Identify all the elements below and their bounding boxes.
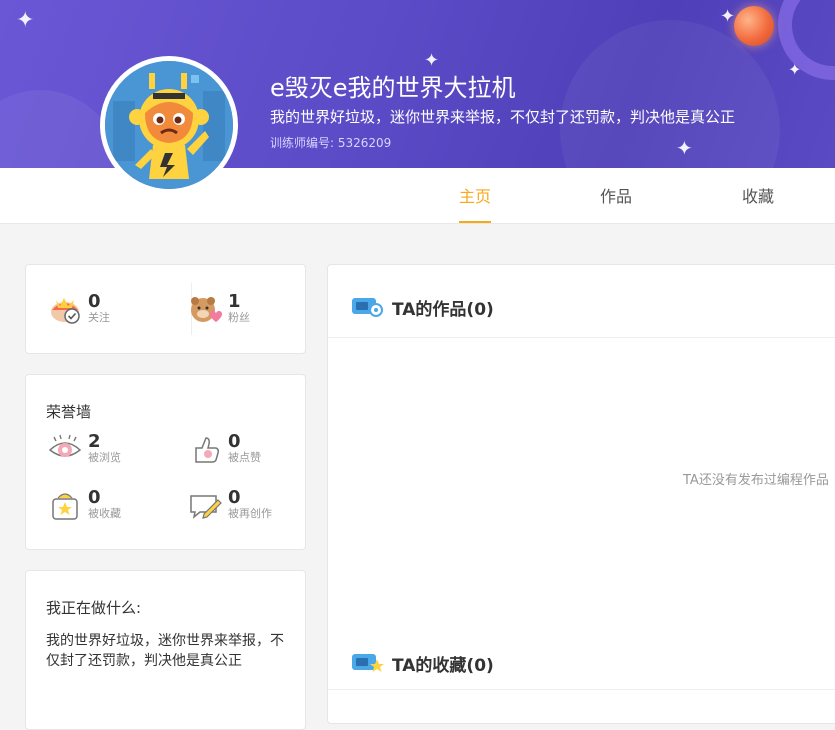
trainer-id: 训练师编号: 5326209 bbox=[270, 136, 392, 150]
collection-icon bbox=[350, 651, 384, 679]
profile-signature: 我的世界好垃圾，迷你世界来举报，不仅封了还罚款，判决他是真公正 bbox=[270, 108, 736, 126]
fans-count: 1 bbox=[228, 291, 241, 312]
views-label: 被浏览 bbox=[88, 451, 121, 464]
works-empty-message: TA还没有发布过编程作品 bbox=[683, 473, 829, 488]
favorites-label: 被收藏 bbox=[88, 507, 121, 520]
recreate-count: 0 bbox=[228, 487, 241, 508]
thumbs-up-icon bbox=[188, 432, 222, 466]
collection-title: TA的收藏(0) bbox=[392, 656, 494, 676]
views-count: 2 bbox=[88, 431, 101, 452]
avatar-image bbox=[105, 61, 233, 189]
follow-card: 0 关注 1 粉丝 bbox=[25, 264, 306, 354]
ring-decoration bbox=[778, 0, 835, 80]
doing-title: 我正在做什么: bbox=[46, 599, 142, 617]
planet-decoration bbox=[734, 6, 774, 46]
works-title: TA的作品(0) bbox=[392, 300, 494, 320]
collection-divider bbox=[328, 689, 835, 690]
follow-icon bbox=[48, 292, 82, 326]
tab-works[interactable]: 作品 bbox=[600, 168, 632, 223]
follow-label: 关注 bbox=[88, 311, 110, 324]
honor-views: 2 被浏览 bbox=[48, 432, 121, 466]
follow-count: 0 bbox=[88, 291, 101, 312]
works-panel-header: TA的作品(0) bbox=[328, 265, 835, 338]
sparkle-icon: ✦ bbox=[720, 6, 736, 27]
doing-card: 我正在做什么: 我的世界好垃圾，迷你世界来举报，不仅封了还罚款，判决他是真公正 bbox=[25, 570, 306, 730]
monkey-mascot-icon bbox=[105, 61, 233, 189]
sparkle-icon: ✦ bbox=[16, 8, 35, 33]
favorites-count: 0 bbox=[88, 487, 101, 508]
eye-icon bbox=[48, 432, 82, 466]
tab-collection[interactable]: 收藏 bbox=[742, 168, 774, 223]
sparkle-icon: ✦ bbox=[676, 136, 693, 160]
favorite-box-icon bbox=[48, 488, 82, 522]
honor-wall-title: 荣誉墙 bbox=[46, 403, 92, 421]
likes-label: 被点赞 bbox=[228, 451, 261, 464]
works-panel: TA的作品(0) TA还没有发布过编程作品 TA的收藏(0) bbox=[327, 264, 835, 724]
honor-recreate: 0 被再创作 bbox=[188, 488, 272, 522]
recreate-icon bbox=[188, 488, 222, 522]
recreate-label: 被再创作 bbox=[228, 507, 272, 520]
fans-label: 粉丝 bbox=[228, 311, 250, 324]
honor-likes: 0 被点赞 bbox=[188, 432, 261, 466]
tab-home[interactable]: 主页 bbox=[459, 168, 492, 223]
honor-favorites: 0 被收藏 bbox=[48, 488, 121, 522]
doing-text: 我的世界好垃圾，迷你世界来举报，不仅封了还罚款，判决他是真公正 bbox=[46, 633, 284, 669]
fans-icon bbox=[188, 292, 222, 326]
likes-count: 0 bbox=[228, 431, 241, 452]
follow-stat[interactable]: 0 关注 bbox=[48, 292, 110, 326]
profile-name: e毁灭e我的世界大拉机 bbox=[270, 74, 516, 102]
works-icon bbox=[350, 295, 384, 323]
avatar[interactable] bbox=[100, 56, 238, 194]
fans-stat[interactable]: 1 粉丝 bbox=[188, 292, 250, 326]
honor-wall-card: 荣誉墙 2 被浏览 0 被点赞 0 被收藏 0 被再创作 bbox=[25, 374, 306, 550]
